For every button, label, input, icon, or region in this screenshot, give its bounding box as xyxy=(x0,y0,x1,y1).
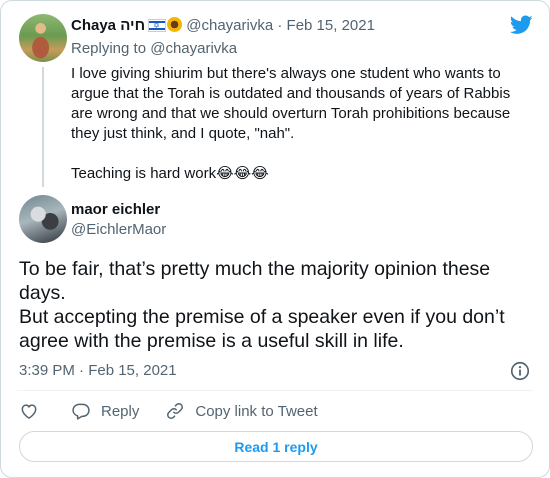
israel-flag-icon: ✡ xyxy=(148,19,167,32)
reply-button[interactable]: Reply xyxy=(71,401,139,421)
handle[interactable]: @chayarivka xyxy=(186,17,273,34)
thread-connector xyxy=(42,67,44,187)
replying-to-prefix: Replying to xyxy=(71,40,151,57)
info-icon[interactable] xyxy=(509,360,531,382)
action-bar: Reply Copy link to Tweet xyxy=(19,400,318,422)
like-button[interactable] xyxy=(19,401,39,421)
heart-icon xyxy=(21,404,37,419)
copy-link-label: Copy link to Tweet xyxy=(195,402,318,420)
avatar[interactable] xyxy=(19,14,67,62)
replying-to-handle[interactable]: @chayarivka xyxy=(150,40,237,57)
reply-label: Reply xyxy=(101,402,140,420)
parent-tweet-text: I love giving shiurim but there's always… xyxy=(71,65,511,182)
twitter-bird-icon[interactable] xyxy=(510,15,533,35)
parent-tweet-header: Chaya חיה ✡ @chayarivka · Feb 15, 2021 xyxy=(71,16,375,36)
read-replies-button[interactable]: Read 1 reply xyxy=(19,431,533,462)
reply-icon xyxy=(72,403,90,420)
tweet-timestamp[interactable]: 3:39 PM · Feb 15, 2021 xyxy=(19,361,177,381)
sunflower-icon xyxy=(167,17,183,32)
separator: · xyxy=(277,17,283,34)
handle[interactable]: @EichlerMaor xyxy=(71,220,166,240)
display-name[interactable]: Chaya חיה xyxy=(71,17,145,34)
copy-link-button[interactable]: Copy link to Tweet xyxy=(165,401,318,421)
tweet-date[interactable]: Feb 15, 2021 xyxy=(287,17,375,34)
embedded-tweet-card: Chaya חיה ✡ @chayarivka · Feb 15, 2021 Re… xyxy=(0,0,550,478)
avatar[interactable] xyxy=(19,195,67,243)
display-name[interactable]: maor eichler xyxy=(71,200,160,220)
link-icon xyxy=(167,403,184,419)
divider xyxy=(17,390,533,391)
replying-to: Replying to @chayarivka xyxy=(71,39,237,59)
tweet-text: To be fair, that’s pretty much the major… xyxy=(19,258,505,352)
